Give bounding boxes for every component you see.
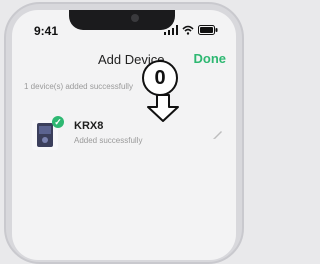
- success-check-icon: ✓: [52, 116, 64, 128]
- edit-pencil-icon[interactable]: [212, 128, 224, 140]
- status-icons: [164, 25, 218, 35]
- done-button[interactable]: Done: [194, 51, 227, 66]
- device-status: Added successfully: [74, 136, 143, 145]
- signal-icon: [164, 25, 178, 35]
- battery-icon: [198, 25, 218, 35]
- down-arrow-icon: [147, 94, 179, 122]
- device-list-item[interactable]: ✓ KRX8 Added successfully: [32, 116, 228, 154]
- camera-icon: [131, 14, 139, 22]
- added-count-text: 1 device(s) added successfully: [24, 82, 133, 91]
- step-number-badge: 0: [142, 60, 178, 96]
- notch: [69, 10, 175, 30]
- wifi-icon: [182, 25, 194, 35]
- nav-bar: Add Device Done: [12, 46, 236, 76]
- device-name: KRX8: [74, 120, 104, 132]
- status-time: 9:41: [34, 24, 59, 38]
- phone-screen: 9:41 Add Device Done 1 device(s) added s…: [12, 10, 236, 260]
